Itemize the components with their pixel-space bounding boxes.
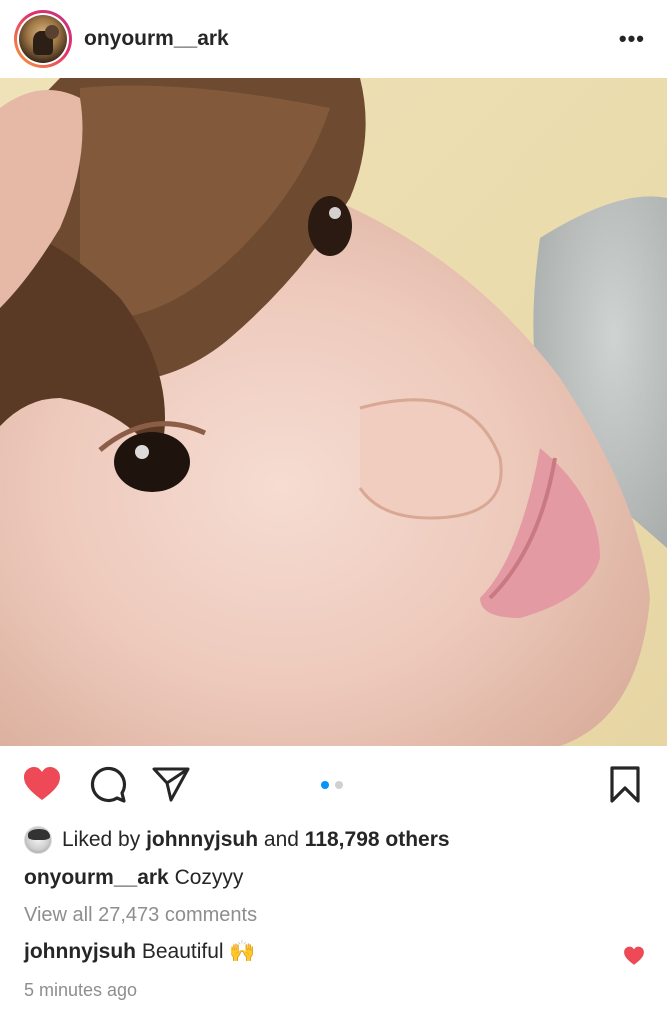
- view-all-comments-link[interactable]: View all 27,473 comments: [24, 904, 257, 927]
- send-icon[interactable]: [152, 766, 190, 802]
- post-username[interactable]: onyourm__ark: [84, 27, 229, 51]
- carousel-indicator: [321, 781, 343, 789]
- caption-username[interactable]: onyourm__ark: [24, 866, 169, 889]
- heart-icon[interactable]: [22, 766, 62, 802]
- liked-by-prefix: Liked by: [62, 828, 141, 851]
- likes-summary[interactable]: Liked by johnnyjsuh and 118,798 others: [24, 824, 450, 856]
- more-dots-icon[interactable]: •••: [619, 26, 645, 52]
- post-photo[interactable]: [0, 78, 667, 746]
- selfie-image: [0, 78, 667, 746]
- profile-avatar[interactable]: [14, 10, 72, 68]
- comment-text: Beautiful: [141, 940, 224, 963]
- action-bar: [0, 746, 667, 824]
- comment-row: johnnyjsuh Beautiful 🙌: [24, 940, 256, 964]
- liker-avatar: [24, 826, 52, 854]
- caption-text: Cozyyy: [174, 866, 244, 889]
- avatar-image: [19, 15, 67, 63]
- post-caption: onyourm__ark Cozyyy: [24, 866, 243, 890]
- raising-hands-emoji: 🙌: [229, 940, 256, 963]
- comment-icon[interactable]: [89, 766, 127, 804]
- bookmark-icon[interactable]: [609, 766, 641, 804]
- carousel-dot-active: [321, 781, 329, 789]
- post-header: onyourm__ark •••: [0, 0, 667, 78]
- post-timestamp: 5 minutes ago: [24, 980, 138, 1000]
- comment-heart-icon[interactable]: [623, 946, 645, 966]
- liked-by-and: and: [263, 828, 299, 851]
- carousel-dot: [335, 781, 343, 789]
- liked-by-user[interactable]: johnnyjsuh: [146, 828, 258, 852]
- comment-username[interactable]: johnnyjsuh: [24, 940, 136, 964]
- likes-count[interactable]: 118,798 others: [305, 828, 450, 852]
